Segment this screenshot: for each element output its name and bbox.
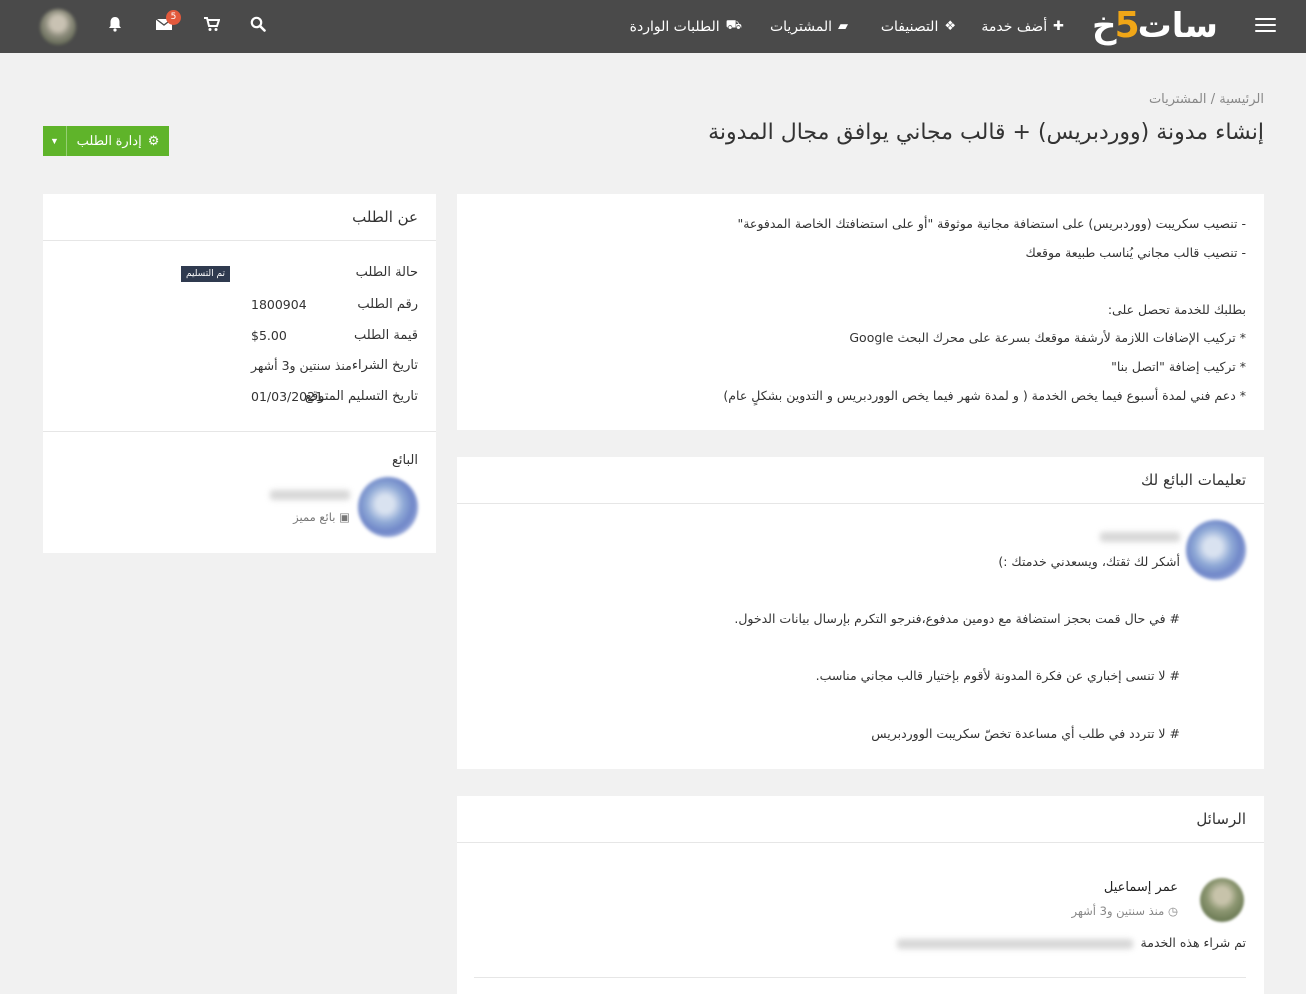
- bell-icon[interactable]: [107, 16, 123, 37]
- messages-count-badge: 5: [166, 10, 181, 25]
- description-line: - تنصيب سكريبت (ووردبريس) على استضافة مج…: [737, 216, 1246, 231]
- order-number-label: رقم الطلب: [357, 297, 418, 312]
- instructions-title: تعليمات البائع لك: [457, 457, 1264, 504]
- cart-icon[interactable]: [203, 16, 221, 37]
- nav-incoming-orders-label: الطلبات الواردة: [629, 18, 720, 35]
- seller-avatar[interactable]: [358, 477, 418, 537]
- purchase-date-label: تاريخ الشراء: [351, 358, 418, 373]
- breadcrumb: الرئيسية / المشتريات: [1149, 92, 1264, 107]
- menu-hamburger-icon[interactable]: [1255, 18, 1276, 33]
- message-time: ◷ منذ سنتين و3 أشهر: [1071, 904, 1178, 918]
- seller-name-blurred[interactable]: [270, 490, 350, 500]
- order-price-row: قيمة الطلب $5.00: [61, 328, 418, 358]
- folder-open-icon: ▰: [838, 19, 848, 34]
- order-price-value: $5.00: [251, 328, 287, 343]
- purchase-date-value: منذ سنتين و3 أشهر: [251, 358, 352, 373]
- caret-down-icon[interactable]: ▼: [43, 126, 67, 156]
- divider: [43, 431, 436, 432]
- seller-instructions-panel: تعليمات البائع لك أشكر لك ثقتك، ويسعدني …: [457, 457, 1264, 769]
- nav-purchases-label: المشتريات: [769, 18, 832, 35]
- order-info-title: عن الطلب: [43, 194, 436, 241]
- instruction-line: # في حال قمت بحجز استضافة مع دومين مدفوع…: [734, 611, 1180, 626]
- nav-categories-label: التصنيفات: [880, 18, 939, 35]
- instruction-line: أشكر لك ثقتك، ويسعدني خدمتك :): [998, 554, 1180, 569]
- breadcrumb-purchases-link[interactable]: المشتريات: [1149, 92, 1207, 107]
- page-title: إنشاء مدونة (ووردبريس) + قالب مجاني يواف…: [708, 120, 1264, 145]
- instruction-line: # لا تتردد في طلب أي مساعدة تخصّ سكريبت …: [871, 726, 1180, 741]
- description-line: * دعم فني لمدة أسبوع فيما يخص الخدمة ( و…: [723, 387, 1246, 403]
- seller-label: البائع: [392, 453, 418, 468]
- order-status-row: حالة الطلب: [61, 265, 418, 295]
- plus-icon: ✚: [1053, 19, 1064, 34]
- seller-role-text: بائع مميز: [293, 510, 336, 524]
- message-author-avatar[interactable]: [1200, 878, 1244, 922]
- seller-avatar[interactable]: [1186, 520, 1246, 580]
- message-text: تم شراء هذه الخدمة: [896, 935, 1246, 950]
- divider: [474, 977, 1246, 978]
- truck-icon: ⛟: [725, 18, 742, 33]
- message-time-text: منذ سنتين و3 أشهر: [1071, 904, 1165, 918]
- description-line: بطلبك للخدمة تحصل على:: [1107, 301, 1246, 317]
- briefcase-icon: ▣: [339, 510, 350, 524]
- nav-add-service[interactable]: أضف خدمة ✚: [981, 0, 1064, 53]
- description-line: [475, 271, 1246, 300]
- message-text-visible: تم شراء هذه الخدمة: [1140, 935, 1246, 950]
- search-icon[interactable]: [250, 16, 266, 37]
- order-status-label: حالة الطلب: [355, 265, 418, 280]
- logo-text-left: خ: [1092, 6, 1117, 46]
- cubes-icon: ❖: [944, 19, 956, 34]
- messages-title: الرسائل: [457, 796, 1264, 843]
- nav-categories[interactable]: التصنيفات ❖: [881, 0, 956, 53]
- messages-panel: الرسائل عمر إسماعيل ◷ منذ سنتين و3 أشهر …: [457, 796, 1264, 994]
- order-price-label: قيمة الطلب: [353, 328, 418, 343]
- breadcrumb-separator: /: [1210, 92, 1216, 107]
- nav-add-service-label: أضف خدمة: [981, 18, 1048, 35]
- user-avatar[interactable]: [40, 9, 76, 45]
- message-author-name[interactable]: عمر إسماعيل: [1104, 880, 1178, 895]
- clock-icon: ◷: [1167, 904, 1178, 918]
- manage-order-label: إدارة الطلب: [76, 133, 142, 148]
- manage-order-button[interactable]: ▼ ⚙ إدارة الطلب: [43, 126, 169, 156]
- instruction-line: # لا تنسى إخباري عن فكرة المدونة لأقوم ب…: [815, 668, 1180, 683]
- description-line: * تركيب إضافة "اتصل بنا": [1111, 358, 1246, 374]
- nav-purchases[interactable]: المشتريات ▰: [770, 0, 848, 53]
- logo-number: 5: [1114, 5, 1140, 46]
- order-number-row: رقم الطلب 1800904: [61, 297, 418, 327]
- nav-incoming-orders[interactable]: الطلبات الواردة ⛟: [630, 0, 742, 53]
- site-logo[interactable]: خ 5 سات: [1092, 5, 1219, 46]
- description-line: - تنصيب قالب مجاني يُناسب طبيعة موقعك: [1025, 244, 1246, 260]
- status-badge: تم التسليم: [181, 266, 231, 282]
- seller-name-blurred: [1100, 532, 1180, 542]
- expected-delivery-row: تاريخ التسليم المتوقع 01/03/2021: [61, 389, 418, 419]
- breadcrumb-home-link[interactable]: الرئيسية: [1219, 92, 1264, 107]
- purchase-date-row: تاريخ الشراء منذ سنتين و3 أشهر: [61, 358, 418, 388]
- service-description-panel: - تنصيب سكريبت (ووردبريس) على استضافة مج…: [457, 194, 1264, 430]
- seller-role: ▣ بائع مميز: [293, 510, 350, 524]
- message-text-blurred: [896, 938, 1133, 949]
- order-number-value: 1800904: [251, 297, 307, 312]
- logo-text-right: سات: [1137, 6, 1219, 46]
- order-info-panel: عن الطلب حالة الطلب تم التسليم رقم الطلب…: [43, 194, 436, 553]
- top-navbar: خ 5 سات أضف خدمة ✚ التصنيفات ❖ المشتريات…: [0, 0, 1306, 53]
- description-line: * تركيب الإضافات اللازمة لأرشفة موقعك بس…: [849, 330, 1246, 346]
- gear-icon: ⚙: [147, 133, 160, 148]
- expected-delivery-value: 01/03/2021: [251, 389, 324, 404]
